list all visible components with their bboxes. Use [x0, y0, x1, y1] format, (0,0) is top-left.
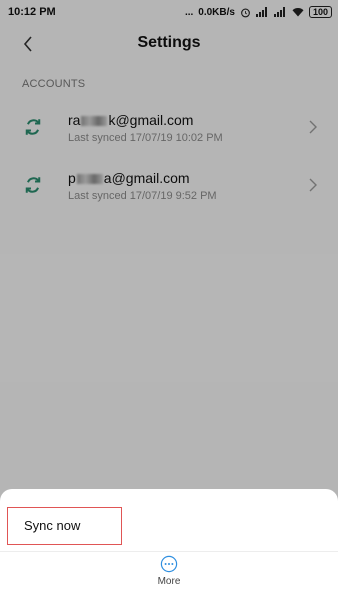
sync-now-button[interactable]: Sync now [7, 507, 122, 545]
more-label: More [157, 576, 181, 587]
divider [0, 551, 338, 552]
more-button[interactable]: More [0, 555, 338, 595]
more-icon [160, 555, 178, 573]
bottom-sheet: Sync now More [0, 489, 338, 600]
settings-screen: 10:12 PM ... 0.0KB/s 100 Settings ACCOUN… [0, 0, 338, 600]
sync-now-label: Sync now [24, 518, 81, 533]
